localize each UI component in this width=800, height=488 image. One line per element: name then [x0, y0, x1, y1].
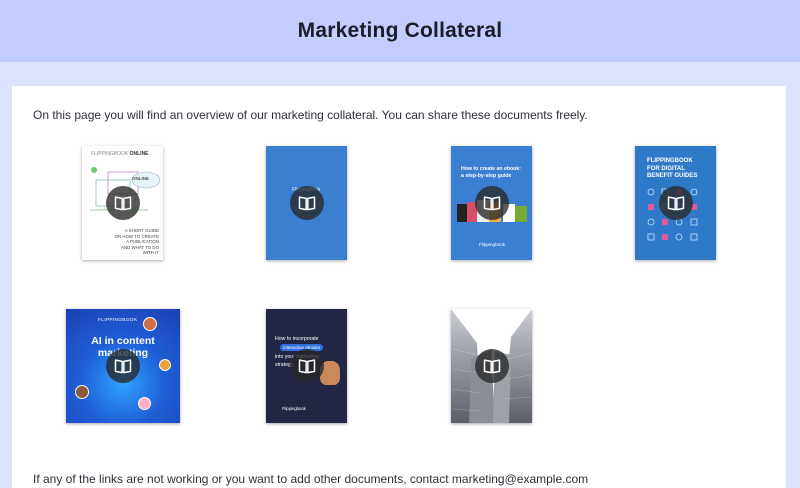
open-book-icon[interactable] [105, 186, 140, 220]
document-tile-3[interactable]: How to create an ebook: a step-by-step g… [451, 146, 532, 260]
cover-caption: A SHORT GUIDE ON HOW TO CREATE A PUBLICA… [114, 228, 159, 256]
cover-badge: ONLINE [132, 176, 150, 181]
document-tile-2[interactable]: Flippingbook [266, 146, 347, 260]
open-book-icon[interactable] [106, 349, 140, 383]
document-tile-7[interactable] [451, 309, 532, 423]
document-tile-5[interactable]: FLIPPINGBOOK AI in content marketing [66, 309, 180, 423]
avatar [159, 359, 171, 371]
cover-title: FLIPPINGBOOK FOR DIGITAL BENEFIT GUIDES [647, 158, 698, 179]
cover-brand: Flippingbook [282, 406, 306, 411]
page-header: Marketing Collateral [0, 0, 800, 62]
page-title: Marketing Collateral [297, 19, 503, 42]
cover-title: How to create an ebook: a step-by-step g… [461, 166, 521, 179]
open-book-icon[interactable] [474, 186, 509, 220]
open-book-icon[interactable] [658, 186, 693, 220]
document-tile-6[interactable]: How to incorporate interactive ebooks in… [266, 309, 347, 423]
document-tile-1[interactable]: FLIPPINGBOOK ONLINE ONLINE A SHORT GUIDE… [82, 146, 163, 260]
cover-brand-bold: ONLINE [129, 151, 149, 157]
cover-brand: Flippingbook [479, 242, 506, 247]
cover-brand: FLIPPINGBOOK [98, 318, 138, 323]
footer-contact-text: If any of the links are not working or y… [33, 472, 589, 486]
avatar [143, 317, 157, 331]
cover-brand-light: FLIPPINGBOOK [91, 151, 129, 157]
content-card: On this page you will find an overview o… [12, 86, 786, 488]
document-tile-4[interactable]: FLIPPINGBOOK FOR DIGITAL BENEFIT GUIDES [635, 146, 716, 260]
avatar [75, 385, 89, 399]
intro-text: On this page you will find an overview o… [33, 108, 588, 122]
open-book-icon[interactable] [289, 186, 324, 220]
cover-title-line: How to incorporate [275, 336, 319, 342]
open-book-icon[interactable] [289, 349, 324, 383]
open-book-icon[interactable] [474, 349, 509, 383]
avatar [138, 397, 151, 410]
